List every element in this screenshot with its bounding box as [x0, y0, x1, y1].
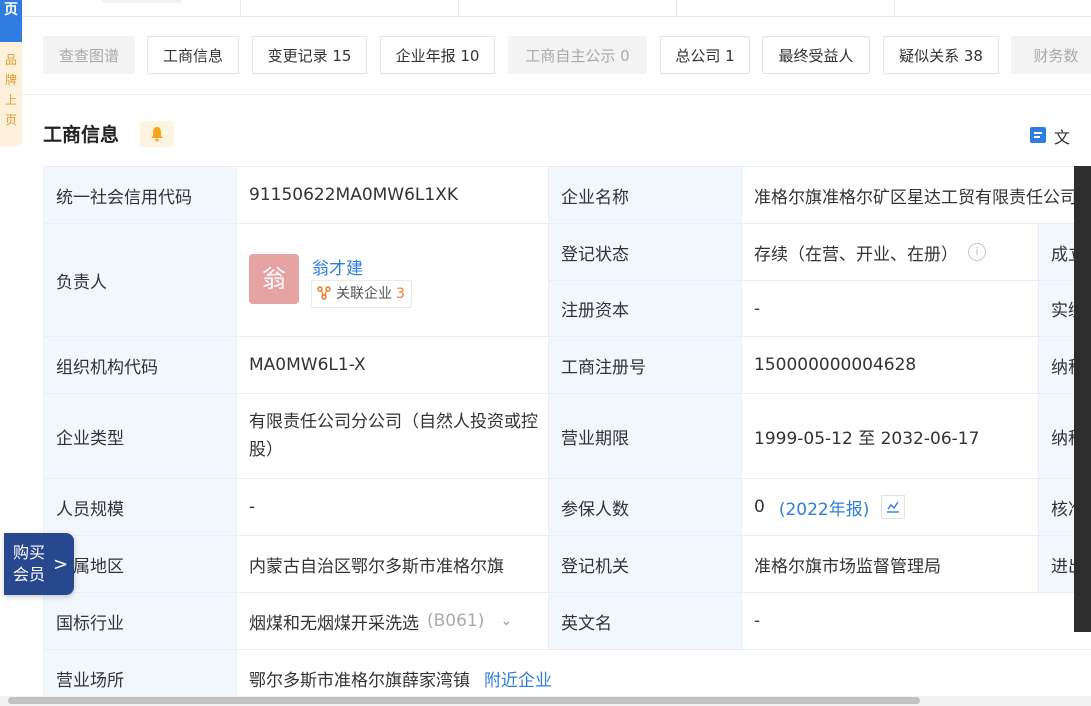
tab-4[interactable]	[676, 0, 895, 16]
side-tab-text: 品牌上页	[4, 53, 17, 127]
value-reg-no[interactable]: 150000000004628	[741, 336, 1038, 393]
info-icon[interactable]: i	[968, 243, 986, 261]
section-title: 工商信息	[43, 124, 120, 146]
trend-chart-button[interactable]	[881, 495, 906, 519]
value-address[interactable]: 鄂尔多斯市准格尔旗薛家湾镇	[249, 666, 470, 691]
filter-annual-report-button[interactable]: 企业年报 10	[380, 36, 495, 74]
label-reg-no: 工商注册号	[548, 336, 741, 393]
label-org-code: 组织机构代码	[43, 336, 236, 393]
filter-finance-button[interactable]: 财务数	[1011, 36, 1091, 74]
company-info-page: 页 品牌上页 查查图谱 工商信息 变更记录 15 企业年报 10 工商自主公示 …	[0, 0, 1091, 706]
label-english-name: 英文名	[548, 592, 741, 649]
insured-report-link[interactable]: (2022年报)	[779, 495, 870, 520]
label-staff-size: 人员规模	[43, 478, 236, 535]
value-business-term: 1999-05-12 至 2032-06-17	[741, 393, 1038, 478]
label-business-term: 营业期限	[548, 393, 741, 478]
filter-change-records-button[interactable]: 变更记录 15	[252, 36, 367, 74]
vip-label-line1: 购买	[13, 543, 46, 562]
tab-2[interactable]	[240, 0, 459, 16]
value-company-type: 有限责任公司分公司（自然人投资或控股）	[236, 393, 548, 478]
tab-3[interactable]	[458, 0, 677, 16]
label-industry: 国标行业	[43, 592, 236, 649]
label-reg-status: 登记状态	[548, 223, 741, 280]
label-legal-person: 负责人	[43, 223, 236, 336]
buy-vip-button[interactable]: 购买 会员 >	[4, 533, 74, 595]
document-icon	[1030, 127, 1046, 143]
nearby-companies-link[interactable]: 附近企业	[484, 666, 552, 691]
top-tab-strip	[22, 0, 1091, 17]
horizontal-scrollbar-thumb[interactable]	[8, 697, 920, 704]
relation-icon	[317, 286, 331, 300]
right-side-panel-edge	[1074, 166, 1091, 632]
section-divider	[22, 94, 1091, 95]
industry-code: (B061)	[427, 611, 485, 631]
tab-1[interactable]	[22, 0, 241, 16]
label-credit-code: 统一社会信用代码	[43, 166, 236, 223]
value-industry: 烟煤和无烟煤开采洗选	[249, 613, 419, 634]
filter-button-row: 查查图谱 工商信息 变更记录 15 企业年报 10 工商自主公示 0 总公司 1…	[43, 36, 1091, 76]
side-promo-tab[interactable]: 页 品牌上页	[0, 0, 22, 146]
filter-suspected-relations-button[interactable]: 疑似关系 38	[883, 36, 999, 74]
chevron-down-icon[interactable]: ⌄	[500, 613, 512, 629]
insured-cell: 0 (2022年报)	[741, 478, 1038, 535]
filter-graph-button[interactable]: 查查图谱	[43, 36, 135, 74]
vip-label-line2: 会员	[13, 565, 46, 584]
reg-status-cell: 存续（在营、开业、在册） i	[741, 223, 1038, 280]
value-authority: 准格尔旗市场监督管理局	[741, 535, 1038, 592]
doc-link-text: 文	[1054, 128, 1071, 147]
label-company-name: 企业名称	[548, 166, 741, 223]
value-company-name[interactable]: 准格尔旗准格尔矿区星达工贸有限责任公司	[741, 166, 1091, 223]
label-authority: 登记机关	[548, 535, 741, 592]
value-insured-count: 0	[754, 497, 765, 517]
side-tab-cap: 页	[0, 0, 22, 42]
person-name-link[interactable]: 翁才建	[312, 254, 363, 279]
value-staff-size: -	[236, 478, 548, 535]
filter-head-office-button[interactable]: 总公司 1	[660, 36, 750, 74]
chart-icon	[887, 501, 900, 513]
person-avatar[interactable]: 翁	[249, 254, 299, 304]
value-reg-capital: -	[741, 280, 1038, 336]
filter-beneficiary-button[interactable]: 最终受益人	[762, 36, 870, 74]
label-insured: 参保人数	[548, 478, 741, 535]
value-region: 内蒙古自治区鄂尔多斯市准格尔旗	[236, 535, 548, 592]
label-reg-capital: 注册资本	[548, 280, 741, 336]
value-english-name: -	[741, 592, 1091, 649]
value-org-code[interactable]: MA0MW6L1-X	[236, 336, 548, 393]
filter-self-disclosure-button[interactable]: 工商自主公示 0	[508, 36, 647, 74]
related-count: 3	[396, 286, 405, 302]
filter-business-info-button[interactable]: 工商信息	[147, 36, 239, 74]
label-company-type: 企业类型	[43, 393, 236, 478]
value-reg-status: 存续（在营、开业、在册）	[754, 244, 958, 265]
bell-icon	[151, 127, 163, 142]
industry-cell[interactable]: 烟煤和无烟煤开采洗选 (B061) ⌄	[236, 592, 548, 649]
business-info-table: 统一社会信用代码 91150622MA0MW6L1XK 企业名称 准格尔旗准格尔…	[43, 166, 1091, 706]
chevron-right-icon: >	[53, 554, 69, 575]
related-companies-badge[interactable]: 关联企业 3	[311, 280, 412, 308]
related-label: 关联企业	[336, 286, 392, 302]
follow-bell-button[interactable]	[140, 121, 174, 147]
value-credit-code[interactable]: 91150622MA0MW6L1XK	[236, 166, 548, 223]
